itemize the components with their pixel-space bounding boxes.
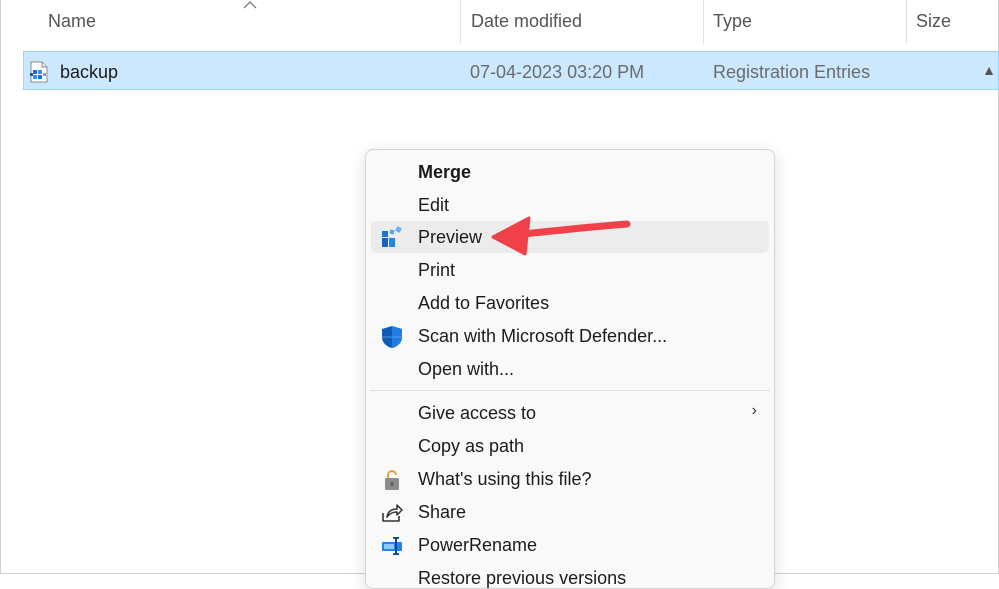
column-divider[interactable] <box>906 0 907 44</box>
menu-item-label: Edit <box>418 195 450 215</box>
column-header: Name Date modified Type Size <box>1 0 998 46</box>
menu-item-label: Print <box>418 260 456 280</box>
menu-item-label: PowerRename <box>418 535 538 555</box>
menu-item-label: Merge <box>418 162 472 182</box>
column-divider[interactable] <box>703 0 704 44</box>
explorer-file-pane: Name Date modified Type Size backup 07-0… <box>0 0 999 589</box>
column-type[interactable]: Type <box>713 11 752 32</box>
share-icon <box>382 504 403 522</box>
file-date-modified: 07-04-2023 03:20 PM <box>470 62 645 82</box>
menu-item-share[interactable]: Share <box>371 496 769 528</box>
preview-app-icon <box>382 226 402 247</box>
menu-item-powerrename[interactable]: PowerRename <box>371 529 769 561</box>
lock-icon <box>385 470 399 490</box>
menu-item-whats-using-this-file[interactable]: What's using this file? <box>371 463 769 495</box>
file-name: backup <box>60 62 119 82</box>
menu-divider <box>370 390 770 391</box>
menu-item-label: What's using this file? <box>418 469 592 489</box>
menu-item-merge[interactable]: Merge <box>371 156 769 188</box>
menu-item-label: Scan with Microsoft Defender... <box>418 326 668 346</box>
powerrename-icon <box>382 537 402 555</box>
menu-item-label: Open with... <box>418 359 515 379</box>
column-size[interactable]: Size <box>916 11 951 32</box>
menu-item-label: Add to Favorites <box>418 293 550 313</box>
menu-item-restore-previous-versions[interactable]: Restore previous versions <box>418 568 626 589</box>
annotation-arrow-icon <box>491 216 631 256</box>
file-type: Registration Entries <box>713 62 871 82</box>
registry-file-icon <box>30 61 48 83</box>
menu-item-label: Share <box>418 502 467 522</box>
column-date-modified[interactable]: Date modified <box>471 11 582 32</box>
menu-item-give-access-to[interactable]: Give access to › <box>371 397 769 429</box>
menu-item-open-with[interactable]: Open with... <box>371 353 769 385</box>
file-row-selected[interactable]: backup 07-04-2023 03:20 PM Registration … <box>23 51 999 90</box>
column-divider[interactable] <box>460 0 461 44</box>
menu-item-label: Copy as path <box>418 436 525 456</box>
menu-item-add-to-favorites[interactable]: Add to Favorites <box>371 287 769 319</box>
chevron-right-icon: › <box>751 402 757 419</box>
sort-ascending-icon <box>243 1 257 9</box>
menu-item-scan-defender[interactable]: Scan with Microsoft Defender... <box>371 320 769 352</box>
menu-item-label: Give access to <box>418 403 537 423</box>
scroll-up-glyph: ▲ <box>982 62 996 78</box>
defender-shield-icon <box>382 326 402 348</box>
menu-item-copy-as-path[interactable]: Copy as path <box>371 430 769 462</box>
column-name[interactable]: Name <box>48 11 96 32</box>
